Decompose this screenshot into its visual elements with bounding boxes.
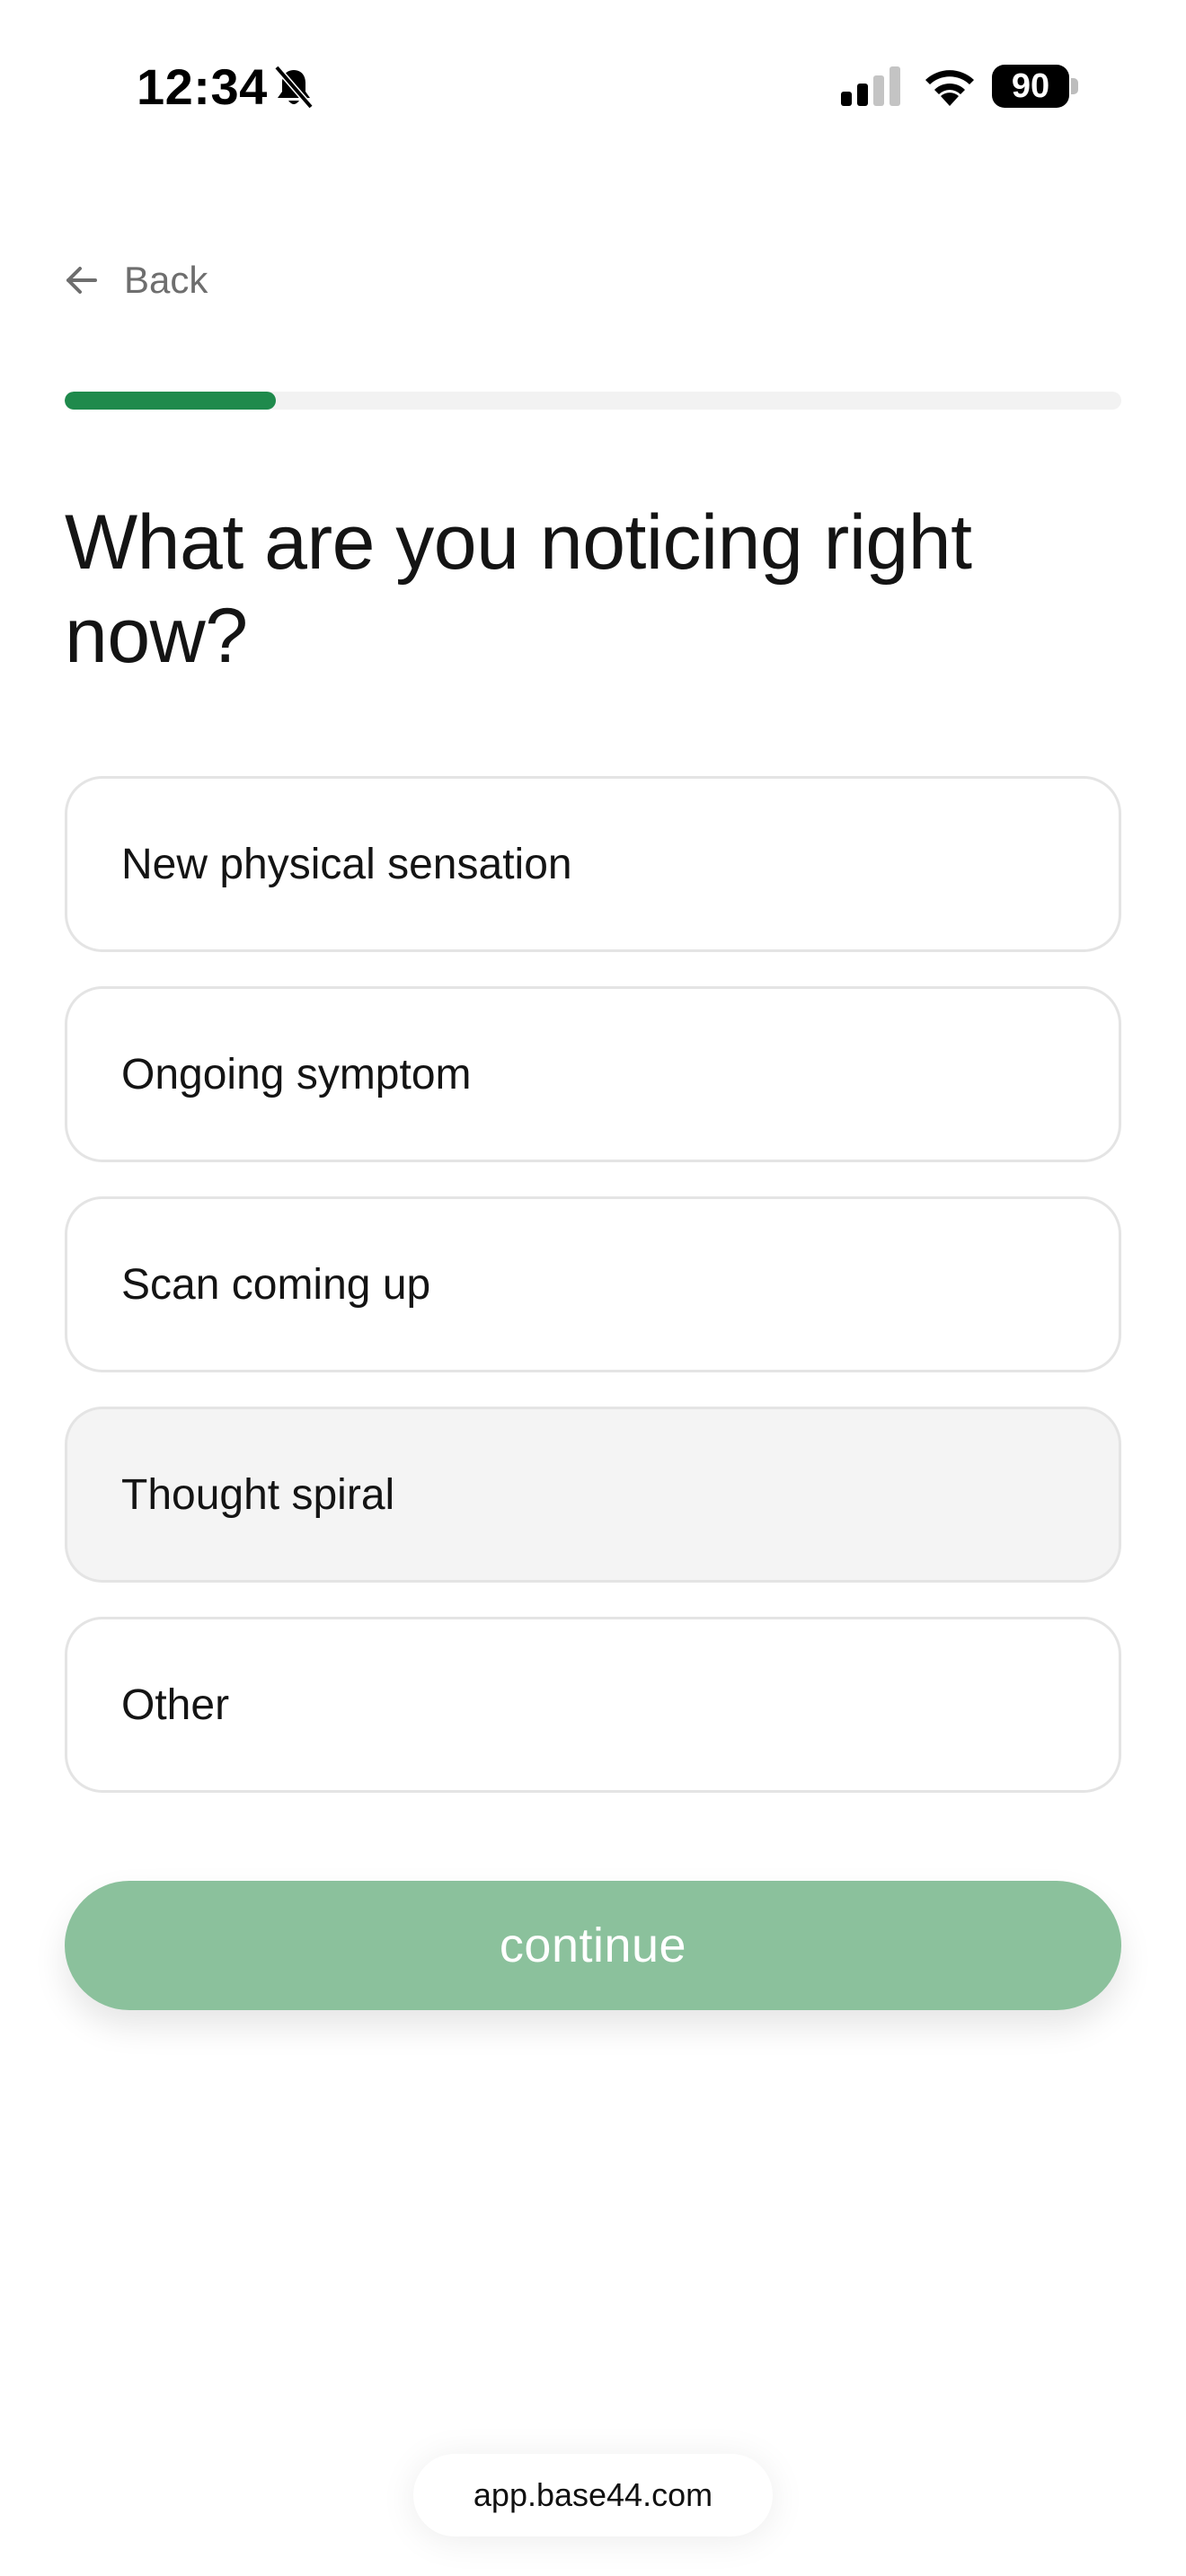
battery-level: 90 — [992, 65, 1069, 108]
option-label: Thought spiral — [121, 1470, 395, 1519]
option-thought-spiral[interactable]: Thought spiral — [65, 1407, 1121, 1583]
cellular-signal-icon — [841, 66, 900, 106]
back-label: Back — [124, 259, 208, 301]
continue-button[interactable]: continue — [65, 1881, 1121, 2010]
option-label: Other — [121, 1681, 230, 1729]
option-label: Ongoing symptom — [121, 1050, 472, 1098]
status-bar: 12:34 90 — [0, 0, 1186, 171]
progress-fill — [65, 392, 277, 410]
page-title: What are you noticing right now? — [65, 499, 972, 679]
option-label: Scan coming up — [121, 1260, 431, 1309]
option-list: New physical sensation Ongoing symptom S… — [65, 776, 1121, 1827]
arrow-left-icon — [66, 267, 97, 294]
continue-label: continue — [499, 1919, 687, 1972]
address-bar[interactable]: app.base44.com — [413, 2454, 773, 2536]
progress-bar — [65, 392, 1121, 410]
option-scan-coming-up[interactable]: Scan coming up — [65, 1196, 1121, 1372]
battery-cap — [1071, 78, 1078, 94]
option-label: New physical sensation — [121, 840, 572, 888]
bell-slash-icon — [274, 65, 314, 110]
option-ongoing-symptom[interactable]: Ongoing symptom — [65, 986, 1121, 1162]
url-text: app.base44.com — [473, 2476, 713, 2513]
status-time: 12:34 — [137, 58, 268, 115]
back-button[interactable]: Back — [63, 253, 208, 307]
battery-icon: 90 — [992, 65, 1078, 108]
wifi-icon — [925, 70, 974, 106]
option-new-physical-sensation[interactable]: New physical sensation — [65, 776, 1121, 952]
option-other[interactable]: Other — [65, 1617, 1121, 1793]
